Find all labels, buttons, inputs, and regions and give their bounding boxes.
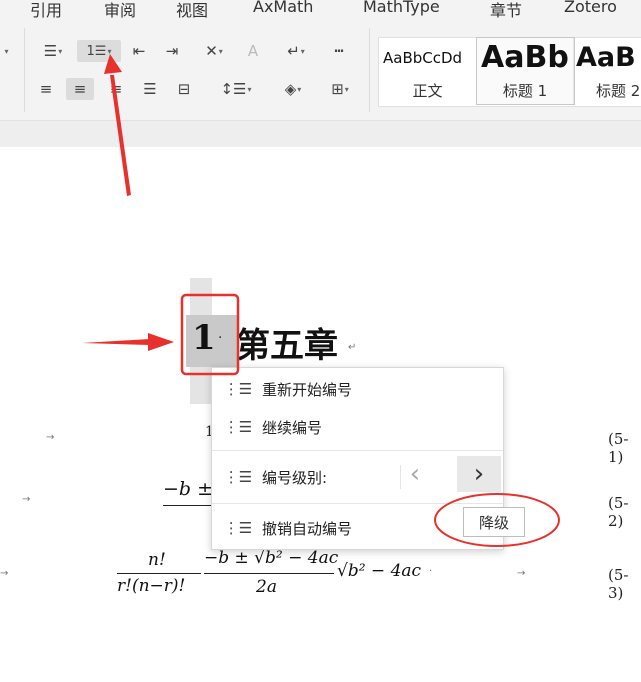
chinese-layout-button[interactable]: ✕ ▾ bbox=[194, 40, 234, 62]
style-sample: AaBb bbox=[481, 40, 569, 75]
tab-mark: → bbox=[22, 494, 31, 505]
menu-references[interactable]: 引用 bbox=[30, 0, 62, 21]
line-break-icon: ↵ bbox=[287, 42, 300, 60]
style-sample: AaBbCcDd bbox=[383, 49, 463, 67]
line-break-button[interactable]: ↵ ▾ bbox=[276, 40, 316, 62]
styles-gallery: AaBbCcDd 正文 AaBb 标题 1 AaB 标题 2 bbox=[378, 37, 641, 107]
style-sample: AaB bbox=[576, 42, 636, 73]
menu-item-label: 撤销自动编号 bbox=[262, 520, 353, 538]
decrease-indent-button[interactable]: ⇤ bbox=[127, 40, 151, 62]
equation-number: (5-3) bbox=[608, 566, 629, 602]
borders-icon: ⊞ bbox=[331, 80, 344, 98]
tooltip: 降级 bbox=[463, 507, 525, 537]
equation-number: (5-1) bbox=[608, 430, 629, 466]
line-spacing-icon: ↕☰ bbox=[220, 80, 247, 98]
equation-3-frac1-num: n! bbox=[148, 550, 166, 570]
chevron-left-icon: ‹ bbox=[409, 459, 421, 489]
align-left-button[interactable]: ≡ bbox=[34, 78, 58, 100]
align-right-button[interactable]: ≡ bbox=[104, 78, 128, 100]
text-direction-button[interactable]: A bbox=[241, 40, 265, 62]
line-spacing-button[interactable]: ↕☰ ▾ bbox=[216, 78, 256, 100]
numbering-context-menu: ⋮☰ 重新开始编号 ⋮☰ 继续编号 ⋮☰ 编号级别: ‹ › ⋮☰ 撤销自动编号 bbox=[211, 367, 504, 550]
heading-dot: · bbox=[218, 330, 223, 346]
shading-button[interactable]: ◈ ▾ bbox=[273, 78, 313, 100]
tab-mark: → bbox=[0, 568, 9, 579]
distributed-button[interactable]: ⊟ bbox=[172, 78, 196, 100]
menu-item-undo-auto-numbering[interactable]: ⋮☰ 撤销自动编号 bbox=[212, 511, 503, 545]
equation-3-frac1-den: r!(n−r)! bbox=[117, 576, 186, 596]
menu-axmath[interactable]: AxMath bbox=[253, 0, 313, 16]
menu-item-label: 编号级别: bbox=[262, 469, 328, 487]
menu-item-label: 重新开始编号 bbox=[262, 381, 353, 399]
fraction-bar bbox=[117, 573, 201, 574]
promote-level-button[interactable]: ‹ bbox=[398, 459, 432, 489]
ruler-icon: ┅ bbox=[334, 42, 344, 60]
increase-indent-icon: ⇥ bbox=[165, 42, 179, 60]
numbered-list-icon: 1☰ bbox=[86, 43, 107, 59]
bullet-list-button[interactable]: ☰ ▾ bbox=[34, 40, 72, 62]
menu-zotero[interactable]: Zotero bbox=[564, 0, 617, 16]
heading-text[interactable]: 第五章 bbox=[236, 318, 338, 367]
equation-3-frac2-den: 2a bbox=[256, 577, 277, 597]
menu-bar: 引用 审阅 视图 AxMath MathType 章节 Zotero bbox=[0, 0, 641, 22]
menu-review[interactable]: 审阅 bbox=[104, 0, 136, 21]
paragraph-mark: · bbox=[429, 566, 433, 577]
menu-view[interactable]: 视图 bbox=[176, 0, 208, 21]
numbered-list-button[interactable]: 1☰ ▾ bbox=[77, 40, 121, 62]
bullet-list-icon: ☰ bbox=[43, 42, 58, 60]
style-normal[interactable]: AaBbCcDd 正文 bbox=[379, 38, 477, 104]
ribbon-divider bbox=[369, 28, 370, 112]
heading-number[interactable]: 1 bbox=[192, 318, 216, 358]
equation-3-frac2-num: −b ± √b² − 4ac bbox=[204, 548, 339, 568]
numbering-level-icon: ⋮☰ bbox=[223, 468, 253, 486]
menu-separator bbox=[212, 450, 503, 451]
menu-mathtype[interactable]: MathType bbox=[363, 0, 440, 16]
ruler-button[interactable]: ┅ bbox=[324, 40, 354, 62]
distributed-icon: ⊟ bbox=[177, 80, 191, 98]
tab-mark: → bbox=[46, 432, 55, 443]
borders-button[interactable]: ⊞ ▾ bbox=[320, 78, 360, 100]
fraction-bar bbox=[204, 573, 334, 574]
dropdown-arrow-icon[interactable]: ▾ bbox=[0, 40, 12, 62]
continue-numbering-icon: ⋮☰ bbox=[223, 418, 253, 436]
text-direction-icon: A bbox=[247, 42, 259, 60]
style-name: 标题 2 bbox=[596, 82, 641, 100]
style-heading-2[interactable]: AaB 标题 2 bbox=[574, 38, 641, 104]
equation-3-tail: √b² − 4ac bbox=[337, 561, 422, 581]
justify-icon: ☰ bbox=[143, 80, 157, 98]
menu-item-label: 继续编号 bbox=[262, 419, 323, 437]
chinese-layout-icon: ✕ bbox=[205, 42, 218, 60]
menu-item-restart-numbering[interactable]: ⋮☰ 重新开始编号 bbox=[212, 372, 503, 406]
ribbon-divider bbox=[24, 28, 25, 112]
demote-level-button[interactable]: › bbox=[457, 456, 501, 492]
align-left-icon: ≡ bbox=[39, 80, 53, 98]
decrease-indent-icon: ⇤ bbox=[132, 42, 146, 60]
align-center-icon: ≡ bbox=[73, 80, 87, 98]
paragraph-mark: ↵ bbox=[348, 342, 357, 353]
equation-number: (5-2) bbox=[608, 494, 629, 530]
restart-numbering-icon: ⋮☰ bbox=[223, 380, 253, 398]
ruler-gap bbox=[0, 121, 641, 147]
style-heading-1[interactable]: AaBb 标题 1 bbox=[476, 37, 575, 105]
undo-auto-numbering-icon: ⋮☰ bbox=[223, 519, 253, 537]
increase-indent-button[interactable]: ⇥ bbox=[160, 40, 184, 62]
fraction-bar bbox=[163, 505, 213, 506]
align-right-icon: ≡ bbox=[109, 80, 123, 98]
align-center-button[interactable]: ≡ bbox=[66, 78, 94, 100]
chevron-right-icon: › bbox=[473, 459, 485, 489]
style-name: 正文 bbox=[412, 82, 443, 100]
justify-button[interactable]: ☰ bbox=[138, 78, 162, 100]
shading-icon: ◈ bbox=[284, 80, 297, 98]
style-name: 标题 1 bbox=[502, 82, 548, 100]
menu-chapter[interactable]: 章节 bbox=[490, 0, 522, 21]
menu-item-continue-numbering[interactable]: ⋮☰ 继续编号 bbox=[212, 410, 503, 444]
tab-mark: → bbox=[517, 568, 526, 579]
menu-separator bbox=[212, 503, 503, 504]
